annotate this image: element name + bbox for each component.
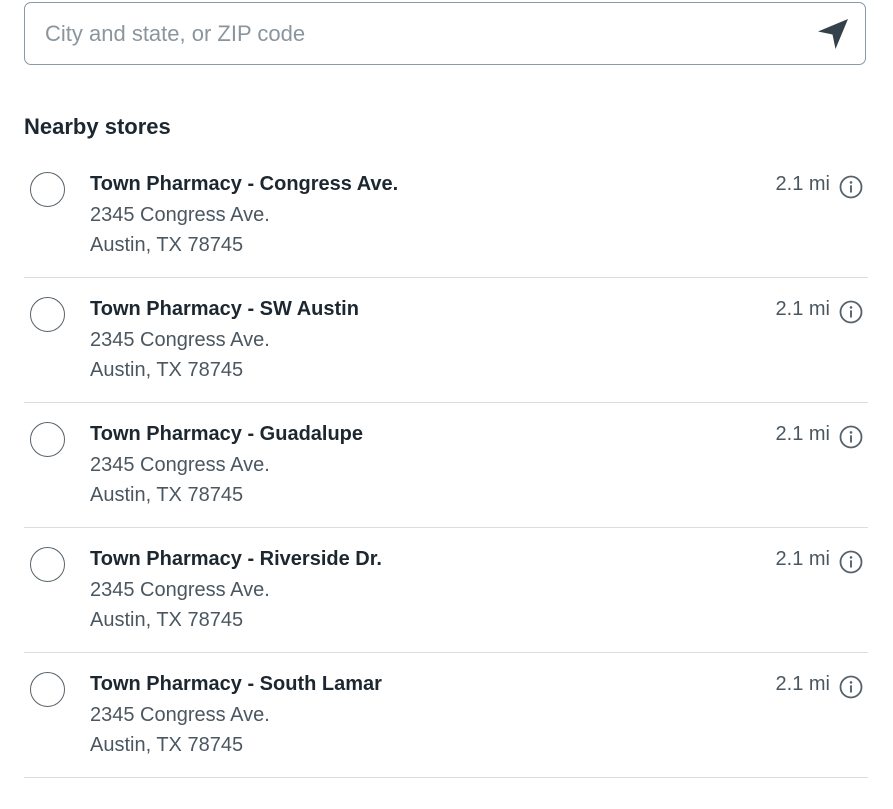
store-radio[interactable] (30, 422, 65, 457)
store-item[interactable]: Town Pharmacy - SW Austin 2345 Congress … (24, 278, 868, 403)
nearby-stores-heading: Nearby stores (24, 114, 171, 139)
store-address-line2: Austin, TX 78745 (90, 734, 244, 756)
store-locator-page: Nearby stores Town Pharmacy - Congress A… (0, 0, 893, 809)
store-item[interactable]: Town Pharmacy - Congress Ave. 2345 Congr… (24, 153, 868, 278)
location-arrow-icon (818, 18, 848, 49)
store-address-line1: 2345 Congress Ave. (90, 454, 270, 476)
store-address-line2: Austin, TX 78745 (90, 359, 244, 381)
store-distance: 2.1 mi (775, 298, 830, 320)
store-distance: 2.1 mi (775, 548, 830, 570)
store-radio[interactable] (30, 672, 65, 707)
info-icon[interactable] (839, 550, 863, 574)
store-address-line1: 2345 Congress Ave. (90, 204, 270, 226)
store-name: Town Pharmacy - South Lamar (90, 673, 382, 695)
location-search-box (24, 2, 866, 65)
store-name: Town Pharmacy - Riverside Dr. (90, 548, 382, 570)
use-current-location-button[interactable] (801, 3, 865, 64)
store-address-line2: Austin, TX 78745 (90, 484, 244, 506)
info-icon[interactable] (839, 425, 863, 449)
info-icon[interactable] (839, 675, 863, 699)
store-radio[interactable] (30, 172, 65, 207)
store-address-line1: 2345 Congress Ave. (90, 329, 270, 351)
store-name: Town Pharmacy - Congress Ave. (90, 173, 399, 195)
store-name: Town Pharmacy - Guadalupe (90, 423, 364, 445)
store-item[interactable]: Town Pharmacy - Guadalupe 2345 Congress … (24, 403, 868, 528)
store-address-line2: Austin, TX 78745 (90, 234, 244, 256)
store-name: Town Pharmacy - SW Austin (90, 298, 359, 320)
info-icon[interactable] (839, 300, 863, 324)
store-item[interactable]: Town Pharmacy - South Lamar 2345 Congres… (24, 653, 868, 778)
store-distance: 2.1 mi (775, 173, 830, 195)
store-distance: 2.1 mi (775, 673, 830, 695)
store-address-line1: 2345 Congress Ave. (90, 579, 270, 601)
location-search-input[interactable] (25, 3, 801, 64)
info-icon[interactable] (839, 175, 863, 199)
store-list: Town Pharmacy - Congress Ave. 2345 Congr… (24, 153, 868, 778)
store-distance: 2.1 mi (775, 423, 830, 445)
store-address-line2: Austin, TX 78745 (90, 609, 244, 631)
store-address-line1: 2345 Congress Ave. (90, 704, 270, 726)
store-item[interactable]: Town Pharmacy - Riverside Dr. 2345 Congr… (24, 528, 868, 653)
store-radio[interactable] (30, 547, 65, 582)
store-radio[interactable] (30, 297, 65, 332)
